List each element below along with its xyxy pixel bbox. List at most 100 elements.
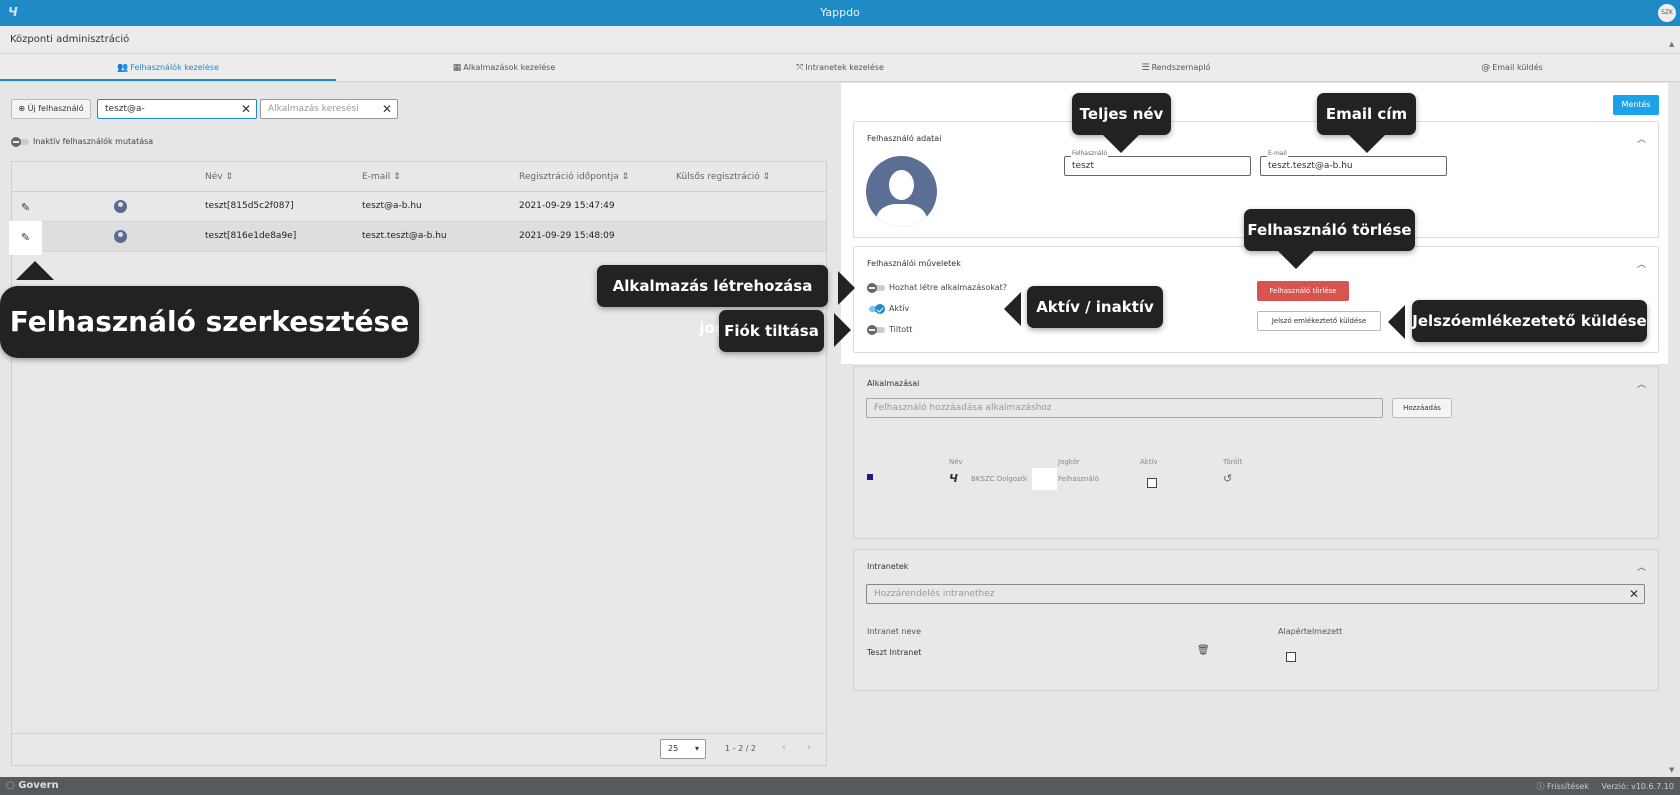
add-app-placeholder: Felhasználó hozzáadása alkalmazáshoz [874,403,1052,413]
scroll-down-icon[interactable]: ▼ [1669,766,1674,774]
apps-col-deleted: Törölt [1223,458,1243,466]
tab-users[interactable]: 👥 Felhasználók kezelése [0,54,336,81]
brand-name: Govern [18,780,59,791]
apps-icon: ▦ [452,63,462,73]
users-icon: 👥 [117,63,129,73]
app-footer: ◌ Govern ⓘ Frissítések Verzió: v10.6.7.1… [0,777,1680,795]
app-name: BKSZC Dolgozói [971,475,1027,483]
table-row[interactable]: ✎ teszt[816e1de8a9e] teszt.teszt@a-b.hu … [9,221,826,255]
active-label: Aktív [889,304,910,313]
tab-intranets[interactable]: ⤧ Intranetek kezelése [672,54,1008,81]
card-title: Intranetek [867,562,909,571]
inactive-users-toggle[interactable] [11,137,29,147]
callout-email: Email cím [1317,93,1416,135]
callout-arrow [16,261,54,280]
cell-email: teszt@a-b.hu [362,201,422,211]
col-name[interactable]: Név ⇕ [205,172,233,182]
active-toggle[interactable] [867,304,885,314]
intranet-assign-input[interactable]: Hozzárendelés intranethez ✕ [866,584,1645,604]
collapse-icon[interactable]: ︿ [1637,560,1646,573]
tab-syslog[interactable]: ☰ Rendszernapló [1008,54,1344,81]
user-avatar[interactable]: SZK [1658,4,1676,22]
new-user-label: Új felhasználó [27,104,84,113]
username-field[interactable]: Felhasználó teszt [1064,150,1251,176]
callout-active-inactive: Aktív / inaktív [1027,286,1163,328]
edit-icon[interactable]: ✎ [21,231,30,244]
new-user-button[interactable]: ⊕ Új felhasználó [11,99,91,119]
collapse-icon[interactable]: ︿ [1637,257,1646,270]
send-password-reminder-button[interactable]: Jelszó emlékeztető küldése [1257,311,1381,331]
delete-user-button[interactable]: Felhasználó törlése [1257,281,1349,301]
dropdown-icon: ▾ [694,744,699,753]
add-app-button[interactable]: Hozzáadás [1392,398,1452,418]
callout-arrow [1277,250,1315,269]
add-user-icon: ⊕ [18,104,28,113]
app-role: Felhasználó [1058,475,1099,483]
app-active-checkbox[interactable] [1147,478,1157,488]
trash-icon[interactable]: 🗑 [1197,645,1210,656]
col-registered[interactable]: Regisztráció időpontja ⇕ [519,172,629,182]
callout-arrow [1102,134,1140,153]
row-marker [867,474,873,480]
next-page-icon[interactable]: › [807,742,811,753]
restore-icon[interactable]: ↺ [1223,472,1232,485]
edit-icon[interactable]: ✎ [21,201,30,214]
app-topbar: Ч Yappdo SZK [0,0,1680,26]
collapse-icon[interactable]: ︿ [1637,132,1646,145]
grid-header: Név ⇕ E-mail ⇕ Regisztráció időpontja ⇕ … [12,162,826,192]
intranet-default-checkbox[interactable] [1286,652,1296,662]
col-email[interactable]: E-mail ⇕ [362,172,401,182]
callout-password-reminder: Jelszóemlékezetető küldése [1412,300,1647,342]
collapse-icon[interactable]: ︿ [1637,377,1646,390]
cell-registered: 2021-09-29 15:48:09 [519,231,615,241]
apps-col-role: Jogkör [1058,458,1080,466]
add-app-input[interactable]: Felhasználó hozzáadása alkalmazáshoz [866,398,1383,418]
email-label: E-mail [1267,150,1288,158]
user-search-input[interactable]: teszt@a- ✕ [97,99,257,119]
updates-link[interactable]: Frissítések [1547,782,1589,791]
page-size-select[interactable]: 25 ▾ [660,739,706,759]
col-external[interactable]: Külsős regisztráció ⇕ [676,172,770,182]
tab-label: Alkalmazások kezelése [463,63,556,72]
tab-label: Intranetek kezelése [805,63,884,72]
app-title: Yappdo [820,6,860,19]
prev-page-icon[interactable]: ‹ [782,742,786,753]
apps-col-name: Név [949,458,963,466]
save-button[interactable]: Mentés [1613,95,1659,115]
tab-label: Email küldés [1492,63,1543,72]
user-avatar-icon [114,230,127,243]
tab-apps[interactable]: ▦ Alkalmazások kezelése [336,54,672,81]
page-title: Központi adminisztráció [10,34,130,45]
email-value: teszt.teszt@a-b.hu [1268,161,1353,171]
main-tabs: 👥 Felhasználók kezelése ▦ Alkalmazások kez… [0,54,1680,82]
footer-right: ⓘ Frissítések Verzió: v10.6.7.10 [1537,781,1675,792]
card-title: Felhasználói műveletek [867,259,961,268]
network-icon: ⤧ [796,63,804,73]
callout-arrow [1388,305,1405,339]
intranet-col-name: Intranet neve [867,627,922,636]
intranet-placeholder: Hozzárendelés intranethez [874,589,995,599]
app-search-placeholder: Alkalmazás keresési [268,104,359,114]
clear-icon[interactable]: ✕ [1629,585,1639,603]
apps-card: Alkalmazásai ︿ Felhasználó hozzáadása al… [853,366,1659,539]
banned-toggle[interactable] [867,325,885,335]
list-icon: ☰ [1141,63,1150,73]
cell-name: teszt[816e1de8a9e] [205,231,297,241]
app-search-input[interactable]: Alkalmazás keresési ✕ [260,99,398,119]
table-row[interactable]: ✎ teszt[815d5c2f087] teszt@a-b.hu 2021-0… [12,192,826,222]
at-icon: @ [1481,63,1491,73]
user-search-value: teszt@a- [105,104,145,114]
banned-label: Tiltott [889,325,913,334]
tab-email[interactable]: @ Email küldés [1344,54,1680,81]
scroll-up-icon[interactable]: ▲ [1669,40,1674,48]
profile-avatar [866,156,937,227]
callout-arrow [834,313,851,347]
card-title: Felhasználó adatai [867,134,942,143]
clear-icon[interactable]: ✕ [382,100,392,118]
users-grid: Név ⇕ E-mail ⇕ Regisztráció időpontja ⇕ … [9,161,827,766]
redaction-box [1032,468,1057,490]
can-create-apps-toggle[interactable] [867,283,885,293]
grid-pagination: 25 ▾ 1 - 2 / 2 ‹ › [12,733,826,765]
email-field[interactable]: E-mail teszt.teszt@a-b.hu [1260,150,1447,176]
clear-icon[interactable]: ✕ [241,100,251,118]
